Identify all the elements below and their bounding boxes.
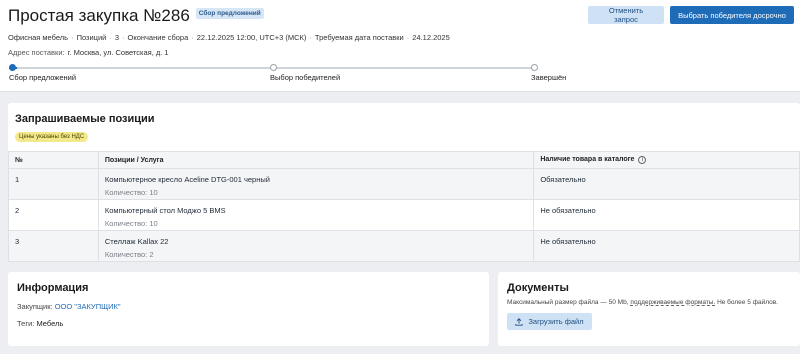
column-header-catalog: Наличие товара в каталоге i — [533, 151, 800, 169]
upload-hint-limit: Не более 5 файлов. — [717, 299, 778, 306]
customer-row: Закупщик: ООО "ЗАКУПЩИК" — [17, 302, 121, 311]
positions-label: Позиций — [76, 33, 107, 42]
step-choosing-winners: Выбор победителей — [270, 64, 340, 82]
address-label: Адрес поставки: — [8, 48, 65, 57]
address-value: г. Москва, ул. Советская, д. 1 — [67, 48, 169, 57]
row-item: Компьютерный стол Моджо 5 BMS Количество:… — [97, 199, 535, 231]
step-dot-active — [9, 64, 16, 71]
step-dot — [531, 64, 538, 71]
positions-title: Запрашиваемые позиции — [15, 113, 155, 125]
information-card: Информация Закупщик: ООО "ЗАКУПЩИК" Теги… — [8, 272, 489, 346]
row-catalog-requirement: Не обязательно — [533, 230, 800, 262]
step-label: Завершён — [531, 73, 567, 82]
tags-value: Мебель — [36, 319, 64, 328]
table-row: 2 Компьютерный стол Моджо 5 BMS Количеств… — [8, 199, 800, 231]
row-item: Стеллаж Kallax 22 Количество: 2 — [97, 230, 535, 262]
step-label: Сбор предложений — [9, 73, 77, 82]
upload-icon — [515, 317, 524, 326]
category: Офисная мебель — [8, 33, 69, 42]
collection-end-value: 22.12.2025 12:00, UTC+3 (МСК) — [196, 33, 307, 42]
choose-winner-early-button[interactable]: Выбрать победителя досрочно — [670, 6, 794, 24]
item-quantity: Количество: 2 — [104, 250, 154, 259]
purchase-meta: Офисная мебель · Позиций · 3 · Окончание сбора… — [8, 33, 450, 42]
info-icon[interactable]: i — [638, 156, 647, 164]
upload-hint-size: Максимальный размер файла — 50 Mb, — [507, 299, 629, 306]
cancel-request-button[interactable]: Отменить запрос — [588, 6, 664, 24]
requested-positions-card: Запрашиваемые позиции Цены указаны без Н… — [8, 103, 800, 262]
status-badge: Сбор предложений — [195, 7, 264, 19]
column-header-number: № — [8, 151, 99, 169]
customer-label: Закупщик: — [17, 302, 53, 311]
row-number: 2 — [8, 199, 99, 231]
page-header: Простая закупка №286 Сбор предложений От… — [0, 0, 800, 92]
column-header-item: Позиции / Услуга — [97, 151, 535, 169]
row-number: 1 — [8, 168, 99, 200]
row-item: Компьютерное кресло Aceline DTG-001 черн… — [97, 168, 535, 200]
collection-end-label: Окончание сбора — [127, 33, 189, 42]
row-catalog-requirement: Обязательно — [533, 168, 800, 200]
step-label: Выбор победителей — [270, 73, 341, 82]
item-name: Компьютерное кресло Aceline DTG-001 черн… — [104, 175, 270, 184]
step-completed: Завершён — [531, 64, 566, 82]
upload-hint: Максимальный размер файла — 50 Mb, подде… — [507, 299, 778, 306]
positions-table: № Позиции / Услуга Наличие товара в ката… — [8, 151, 800, 262]
documents-title: Документы — [507, 282, 569, 294]
progress-stepper: Сбор предложений Выбор победителей Завер… — [9, 64, 566, 84]
item-quantity: Количество: 10 — [104, 219, 158, 228]
page-title: Простая закупка №286 — [8, 6, 190, 25]
upload-file-button[interactable]: Загрузить файл — [507, 313, 592, 330]
step-collecting: Сбор предложений — [9, 64, 76, 82]
item-name: Компьютерный стол Моджо 5 BMS — [104, 206, 226, 215]
documents-card: Документы Максимальный размер файла — 50… — [498, 272, 800, 346]
tags-row: Теги: Мебель — [17, 319, 63, 328]
header-actions: Отменить запрос Выбрать победителя досро… — [588, 6, 794, 24]
vat-note-badge: Цены указаны без НДС — [15, 132, 89, 142]
table-row: 1 Компьютерное кресло Aceline DTG-001 че… — [8, 168, 800, 200]
item-quantity: Количество: 10 — [104, 188, 158, 197]
item-name: Стеллаж Kallax 22 — [104, 237, 169, 246]
row-number: 3 — [8, 230, 99, 262]
upload-label: Загрузить файл — [528, 317, 584, 326]
information-title: Информация — [17, 282, 89, 294]
delivery-date-value: 24.12.2025 — [412, 33, 450, 42]
supported-formats-link[interactable]: поддерживаемые форматы. — [630, 299, 715, 306]
row-catalog-requirement: Не обязательно — [533, 199, 800, 231]
step-dot — [270, 64, 277, 71]
customer-link[interactable]: ООО "ЗАКУПЩИК" — [55, 302, 121, 311]
tags-label: Теги: — [17, 319, 35, 328]
delivery-date-label: Требуемая дата поставки — [314, 33, 404, 42]
delivery-address: Адрес поставки: г. Москва, ул. Советская,… — [8, 48, 792, 57]
positions-count: 3 — [114, 33, 120, 42]
table-row: 3 Стеллаж Kallax 22 Количество: 2 Не обяз… — [8, 230, 800, 262]
